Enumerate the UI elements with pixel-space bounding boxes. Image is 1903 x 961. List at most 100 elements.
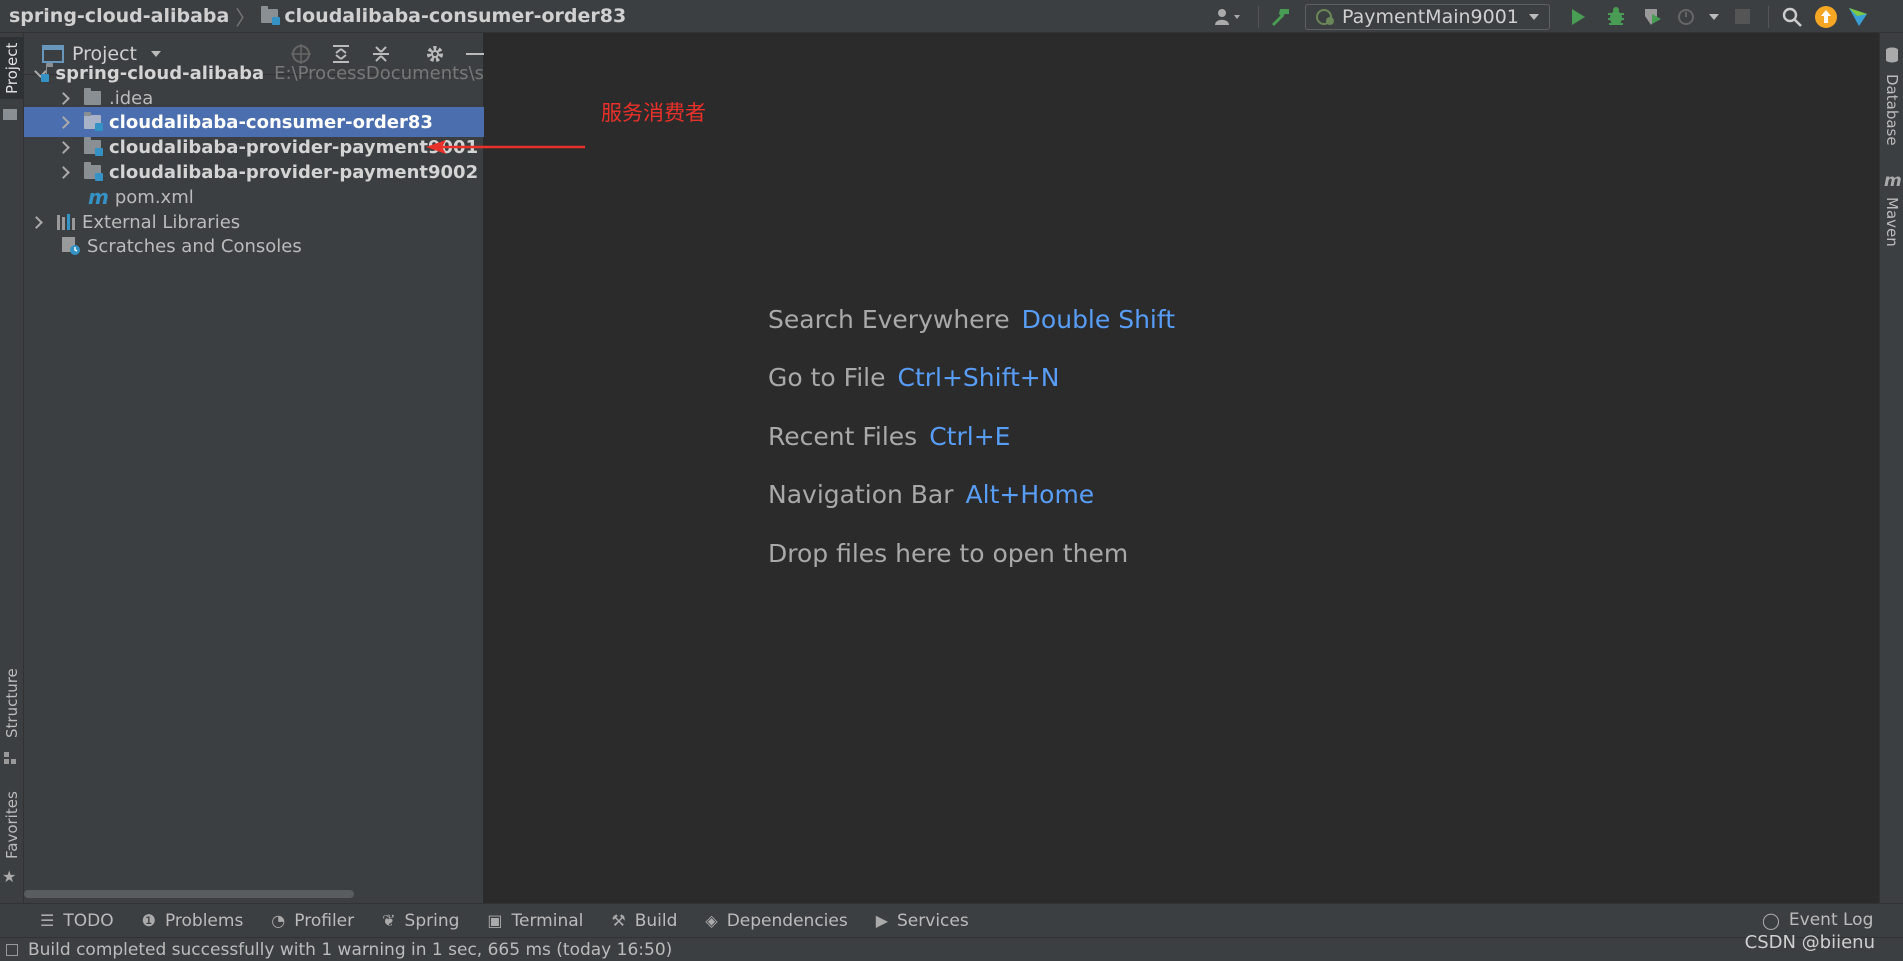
tab-services[interactable]: ▶ Services	[876, 911, 969, 931]
stop-icon[interactable]	[1724, 0, 1762, 33]
module-folder-icon	[84, 162, 103, 181]
hint-action: Recent Files	[768, 422, 918, 451]
database-icon	[1885, 47, 1899, 67]
hammer-icon: ⚒	[611, 911, 626, 930]
hint-navigation-bar: Navigation Bar Alt+Home	[768, 480, 1094, 509]
tab-favorites[interactable]: Favorites	[0, 785, 24, 865]
tree-path: E:\ProcessDocuments\s	[274, 62, 484, 84]
module-folder-icon	[84, 137, 103, 156]
tree-label: spring-cloud-alibaba	[55, 62, 265, 84]
tab-project-label: Project	[3, 42, 21, 94]
folder-icon	[3, 109, 17, 120]
breadcrumb-project[interactable]: spring-cloud-alibaba	[9, 5, 229, 27]
hint-action: Go to File	[768, 363, 886, 392]
tab-spring[interactable]: ❦ Spring	[382, 911, 459, 931]
editor-area[interactable]: Search Everywhere Double Shift Go to File…	[485, 33, 1879, 903]
tab-favorites-label: Favorites	[3, 791, 21, 859]
module-folder-icon	[84, 112, 103, 131]
watermark: CSDN @biienu	[1744, 932, 1875, 953]
build-hammer-icon[interactable]	[1265, 0, 1297, 33]
tab-dependencies[interactable]: ◈ Dependencies	[705, 911, 847, 931]
tree-item-scratches[interactable]: Scratches and Consoles	[24, 231, 484, 261]
run-icon[interactable]	[1558, 0, 1598, 33]
user-icon[interactable]	[1206, 0, 1252, 33]
spring-boot-icon	[1316, 8, 1334, 25]
hint-search-everywhere: Search Everywhere Double Shift	[768, 305, 1175, 334]
status-message[interactable]: Build completed successfully with 1 warn…	[28, 940, 672, 960]
ide-plugin-icon[interactable]	[1843, 0, 1873, 33]
tab-label: Dependencies	[726, 910, 848, 931]
hint-action: Drop files here to open them	[768, 539, 1129, 568]
coverage-icon[interactable]	[1634, 0, 1670, 33]
module-folder-icon	[39, 63, 56, 82]
tab-label: TODO	[63, 910, 114, 931]
right-tool-stripe: Database m Maven	[1879, 33, 1903, 903]
navigation-bar: spring-cloud-alibaba 〉 cloudalibaba-cons…	[0, 0, 1903, 33]
tab-label: Event Log	[1788, 910, 1874, 930]
tree-label: pom.xml	[114, 186, 194, 208]
module-folder-icon	[261, 6, 281, 25]
event-log-icon: ◯	[1762, 910, 1780, 930]
library-icon	[57, 214, 75, 230]
hint-shortcut: Alt+Home	[965, 480, 1095, 509]
profiler-run-icon[interactable]	[1670, 0, 1704, 33]
tab-label: Build	[634, 910, 678, 931]
left-tool-stripe: Project Structure Favorites ★	[0, 33, 24, 903]
annotation-arrow-icon	[426, 140, 585, 154]
chevron-right-icon[interactable]	[57, 91, 71, 105]
tab-event-log[interactable]: ◯ Event Log	[1762, 910, 1873, 930]
tab-problems[interactable]: ❶ Problems	[142, 911, 244, 931]
hint-shortcut: Ctrl+E	[929, 422, 1011, 451]
chevron-down-icon	[1528, 13, 1539, 20]
search-icon[interactable]	[1775, 0, 1809, 33]
tree-label: External Libraries	[82, 211, 241, 233]
status-bar: Build completed successfully with 1 warn…	[0, 937, 1903, 961]
more-run-options-icon[interactable]	[1704, 0, 1724, 33]
chevron-right-icon[interactable]	[57, 165, 71, 179]
tab-label: Problems	[164, 910, 244, 931]
tab-profiler[interactable]: ◔ Profiler	[271, 911, 354, 931]
tab-label: Profiler	[294, 910, 355, 931]
terminal-icon: ▣	[487, 911, 503, 930]
services-icon: ▶	[875, 911, 889, 930]
bottom-tool-bar: ☰ TODO ❶ Problems ◔ Profiler ❦ Spring ▣ Termi…	[0, 903, 1903, 937]
tree-label: cloudalibaba-provider-payment9002	[109, 161, 479, 183]
tab-build[interactable]: ⚒ Build	[611, 911, 677, 931]
update-icon[interactable]	[1809, 0, 1843, 33]
tab-structure[interactable]: Structure	[0, 661, 24, 745]
hint-action: Navigation Bar	[768, 480, 954, 509]
chevron-down-icon[interactable]	[33, 66, 34, 80]
maven-m-icon: m	[88, 185, 109, 209]
profiler-icon: ◔	[271, 911, 286, 930]
hint-action: Search Everywhere	[768, 305, 1010, 334]
tree-label: cloudalibaba-consumer-order83	[109, 111, 433, 133]
tab-label: Terminal	[511, 910, 584, 931]
chevron-right-icon[interactable]	[57, 115, 71, 129]
annotation-label: 服务消费者	[601, 101, 706, 125]
list-icon: ☰	[40, 911, 55, 930]
chevron-right-icon[interactable]	[30, 215, 44, 229]
tab-label: Spring	[404, 910, 460, 931]
view-chevron-down-icon[interactable]	[149, 49, 163, 59]
tree-label: .idea	[109, 87, 154, 109]
run-configuration-selector[interactable]: PaymentMain9001	[1305, 3, 1550, 30]
tree-label: Scratches and Consoles	[87, 235, 302, 257]
horizontal-scrollbar[interactable]	[24, 890, 354, 898]
tab-terminal[interactable]: ▣ Terminal	[487, 911, 583, 931]
dependencies-icon: ◈	[705, 911, 718, 930]
tab-database[interactable]: Database	[1880, 69, 1903, 151]
toggle-tool-windows-icon[interactable]	[6, 943, 18, 956]
debug-icon[interactable]	[1598, 0, 1634, 33]
project-panel: Project spring-cloud-alibaba E:\ProcessD…	[24, 33, 484, 903]
breadcrumb-separator: 〉	[235, 5, 256, 30]
folder-icon	[84, 88, 101, 105]
tab-maven[interactable]: Maven	[1880, 193, 1903, 251]
star-icon: ★	[2, 867, 17, 886]
hint-drop-files: Drop files here to open them	[768, 539, 1128, 568]
breadcrumb-module[interactable]: cloudalibaba-consumer-order83	[284, 5, 626, 27]
structure-icon	[4, 749, 16, 764]
chevron-right-icon[interactable]	[57, 140, 71, 154]
tab-project[interactable]: Project	[0, 37, 24, 99]
tab-todo[interactable]: ☰ TODO	[40, 911, 114, 931]
tab-label: Services	[897, 910, 969, 931]
